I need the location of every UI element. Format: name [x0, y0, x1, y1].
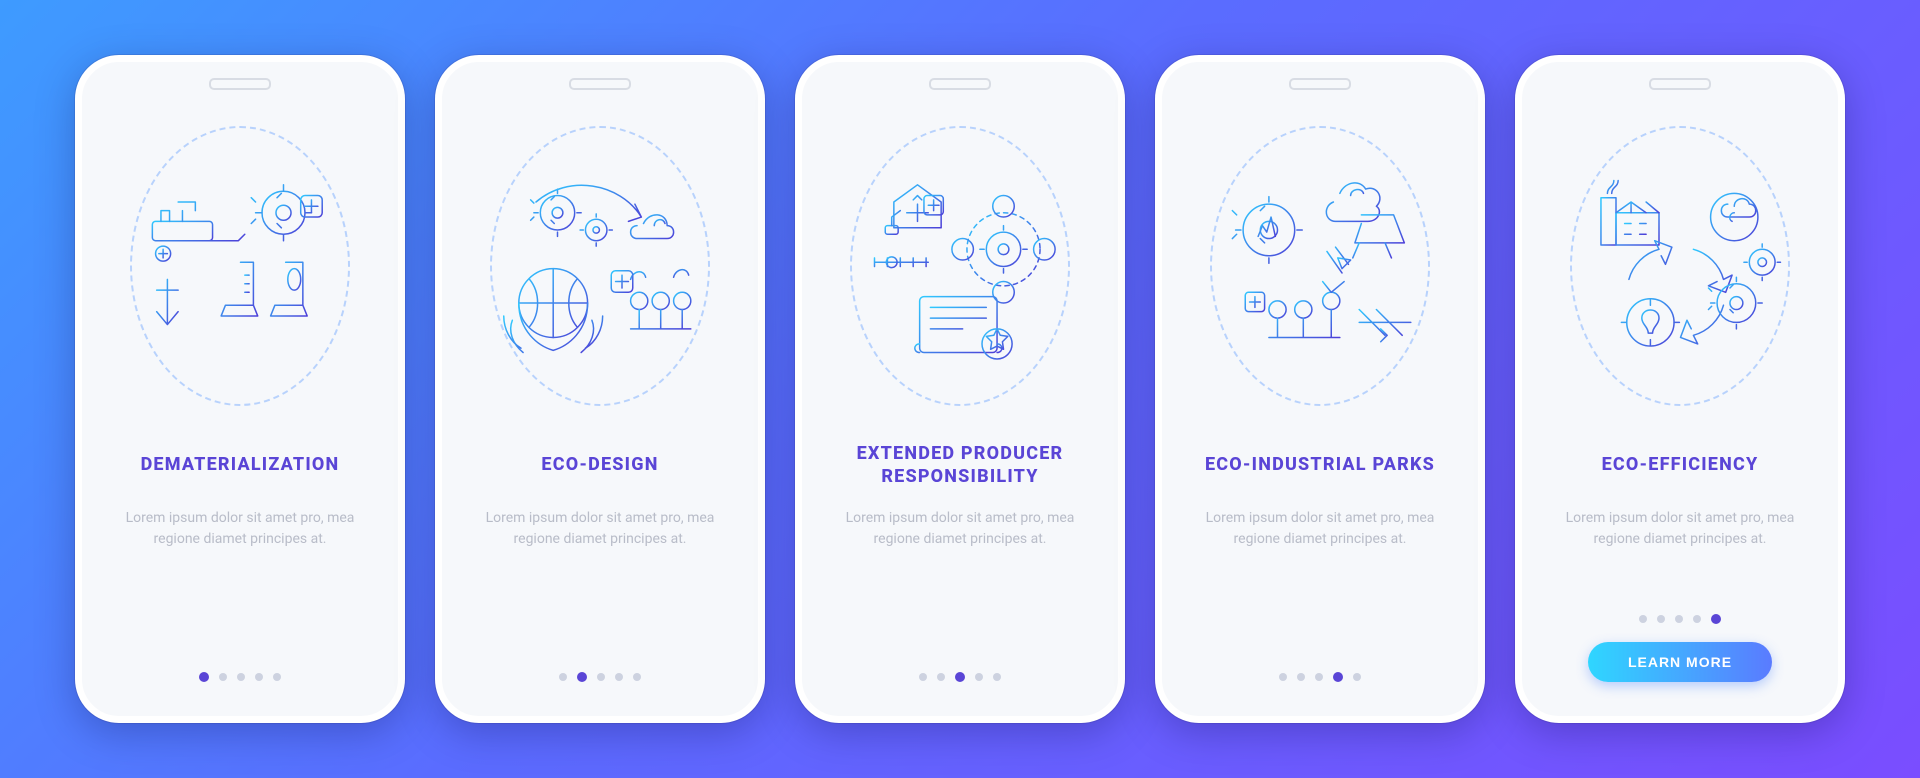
dot-3[interactable]	[237, 673, 245, 681]
dot-5[interactable]	[993, 673, 1001, 681]
pagination-dots	[1279, 673, 1361, 682]
dot-3[interactable]	[955, 672, 965, 682]
dot-2[interactable]	[219, 673, 227, 681]
dot-5[interactable]	[1711, 614, 1721, 624]
pagination-dots	[919, 673, 1001, 682]
illustration-eco-industrial-parks	[1210, 126, 1430, 406]
illustration-producer-responsibility: 4 1 2 3 4	[850, 126, 1070, 406]
dot-1[interactable]	[559, 673, 567, 681]
screen-title: EXTENDED PRODUCER RESPONSIBILITY	[802, 440, 1118, 490]
dot-4[interactable]	[1333, 672, 1343, 682]
dot-2[interactable]	[1657, 615, 1665, 623]
dot-4[interactable]	[615, 673, 623, 681]
screen-desc: Lorem ipsum dolor sit amet pro, mea regi…	[442, 508, 758, 550]
screen-title: ECO-EFFICIENCY	[1522, 440, 1838, 490]
dot-1[interactable]	[199, 672, 209, 682]
onboarding-screen-1: DEMATERIALIZATION Lorem ipsum dolor sit …	[75, 55, 405, 723]
dot-1[interactable]	[919, 673, 927, 681]
screen-desc: Lorem ipsum dolor sit amet pro, mea regi…	[802, 508, 1118, 550]
screen-title: ECO-INDUSTRIAL PARKS	[1162, 440, 1478, 490]
pagination-dots	[1639, 615, 1721, 624]
screen-title: DEMATERIALIZATION	[82, 440, 398, 490]
illustration-eco-efficiency	[1570, 126, 1790, 406]
pagination-dots	[559, 673, 641, 682]
dot-5[interactable]	[633, 673, 641, 681]
dot-4[interactable]	[975, 673, 983, 681]
dot-3[interactable]	[597, 673, 605, 681]
screen-desc: Lorem ipsum dolor sit amet pro, mea regi…	[82, 508, 398, 550]
screen-title: ECO-DESIGN	[442, 440, 758, 490]
dot-3[interactable]	[1315, 673, 1323, 681]
dot-1[interactable]	[1639, 615, 1647, 623]
pagination-dots	[199, 673, 281, 682]
onboarding-screen-5: ECO-EFFICIENCY Lorem ipsum dolor sit ame…	[1515, 55, 1845, 723]
dot-1[interactable]	[1279, 673, 1287, 681]
dot-5[interactable]	[1353, 673, 1361, 681]
learn-more-button[interactable]: LEARN MORE	[1588, 642, 1772, 682]
dot-5[interactable]	[273, 673, 281, 681]
onboarding-screen-3: 4 1 2 3 4 EXTENDED PRODUCER RESPONSIBILI…	[795, 55, 1125, 723]
onboarding-screen-4: ECO-INDUSTRIAL PARKS Lorem ipsum dolor s…	[1155, 55, 1485, 723]
screen-desc: Lorem ipsum dolor sit amet pro, mea regi…	[1162, 508, 1478, 550]
dot-4[interactable]	[1693, 615, 1701, 623]
onboarding-screen-2: ECO-DESIGN Lorem ipsum dolor sit amet pr…	[435, 55, 765, 723]
illustration-dematerialization	[130, 126, 350, 406]
dot-2[interactable]	[1297, 673, 1305, 681]
illustration-eco-design	[490, 126, 710, 406]
dot-2[interactable]	[577, 672, 587, 682]
screen-desc: Lorem ipsum dolor sit amet pro, mea regi…	[1522, 508, 1838, 550]
dot-4[interactable]	[255, 673, 263, 681]
dot-3[interactable]	[1675, 615, 1683, 623]
dot-2[interactable]	[937, 673, 945, 681]
